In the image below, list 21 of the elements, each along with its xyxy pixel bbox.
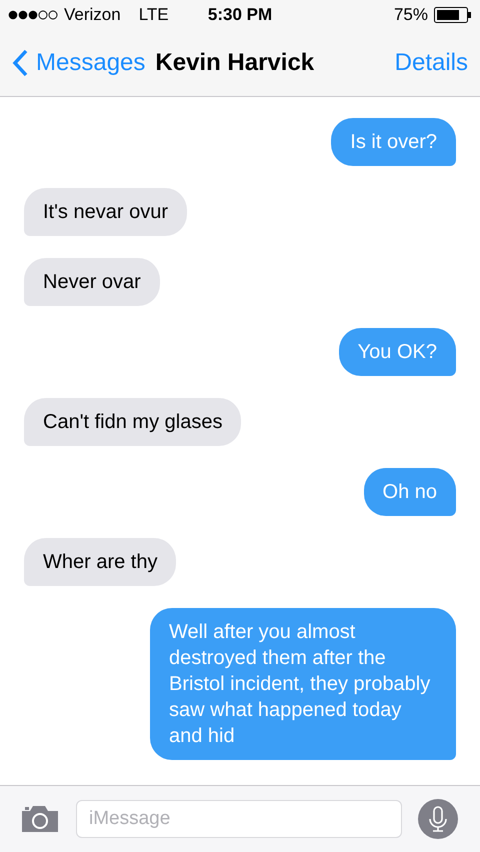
received-message-bubble: It's nevar ovur	[24, 188, 187, 236]
battery-percentage: 75%	[394, 5, 428, 25]
details-button[interactable]: Details	[394, 49, 468, 77]
clock-time: 5:30 PM	[208, 5, 272, 25]
message-input-field[interactable]: iMessage	[76, 800, 402, 838]
network-type: LTE	[138, 5, 169, 25]
sent-message-bubble: You OK?	[338, 328, 456, 376]
contact-name: Kevin Harvick	[155, 49, 314, 77]
battery-icon	[434, 7, 472, 23]
received-message-bubble: Never ovar	[24, 258, 160, 306]
sent-message-bubble: Is it over?	[331, 118, 456, 166]
back-chevron-icon	[12, 49, 28, 77]
microphone-icon[interactable]	[418, 799, 458, 839]
signal-strength-icon	[8, 10, 58, 20]
received-message-bubble: Wher are thy	[24, 538, 176, 586]
sent-message-bubble: Well after you almost destroyed them after the Bristol incident, they probably saw what happened today and hid	[150, 608, 456, 760]
sent-message-bubble: Oh no	[364, 468, 456, 516]
carrier-name: Verizon	[64, 5, 121, 25]
back-button[interactable]: Messages	[12, 49, 146, 77]
camera-icon[interactable]	[20, 805, 60, 833]
received-message-bubble: Can't fidn my glases	[24, 398, 242, 446]
